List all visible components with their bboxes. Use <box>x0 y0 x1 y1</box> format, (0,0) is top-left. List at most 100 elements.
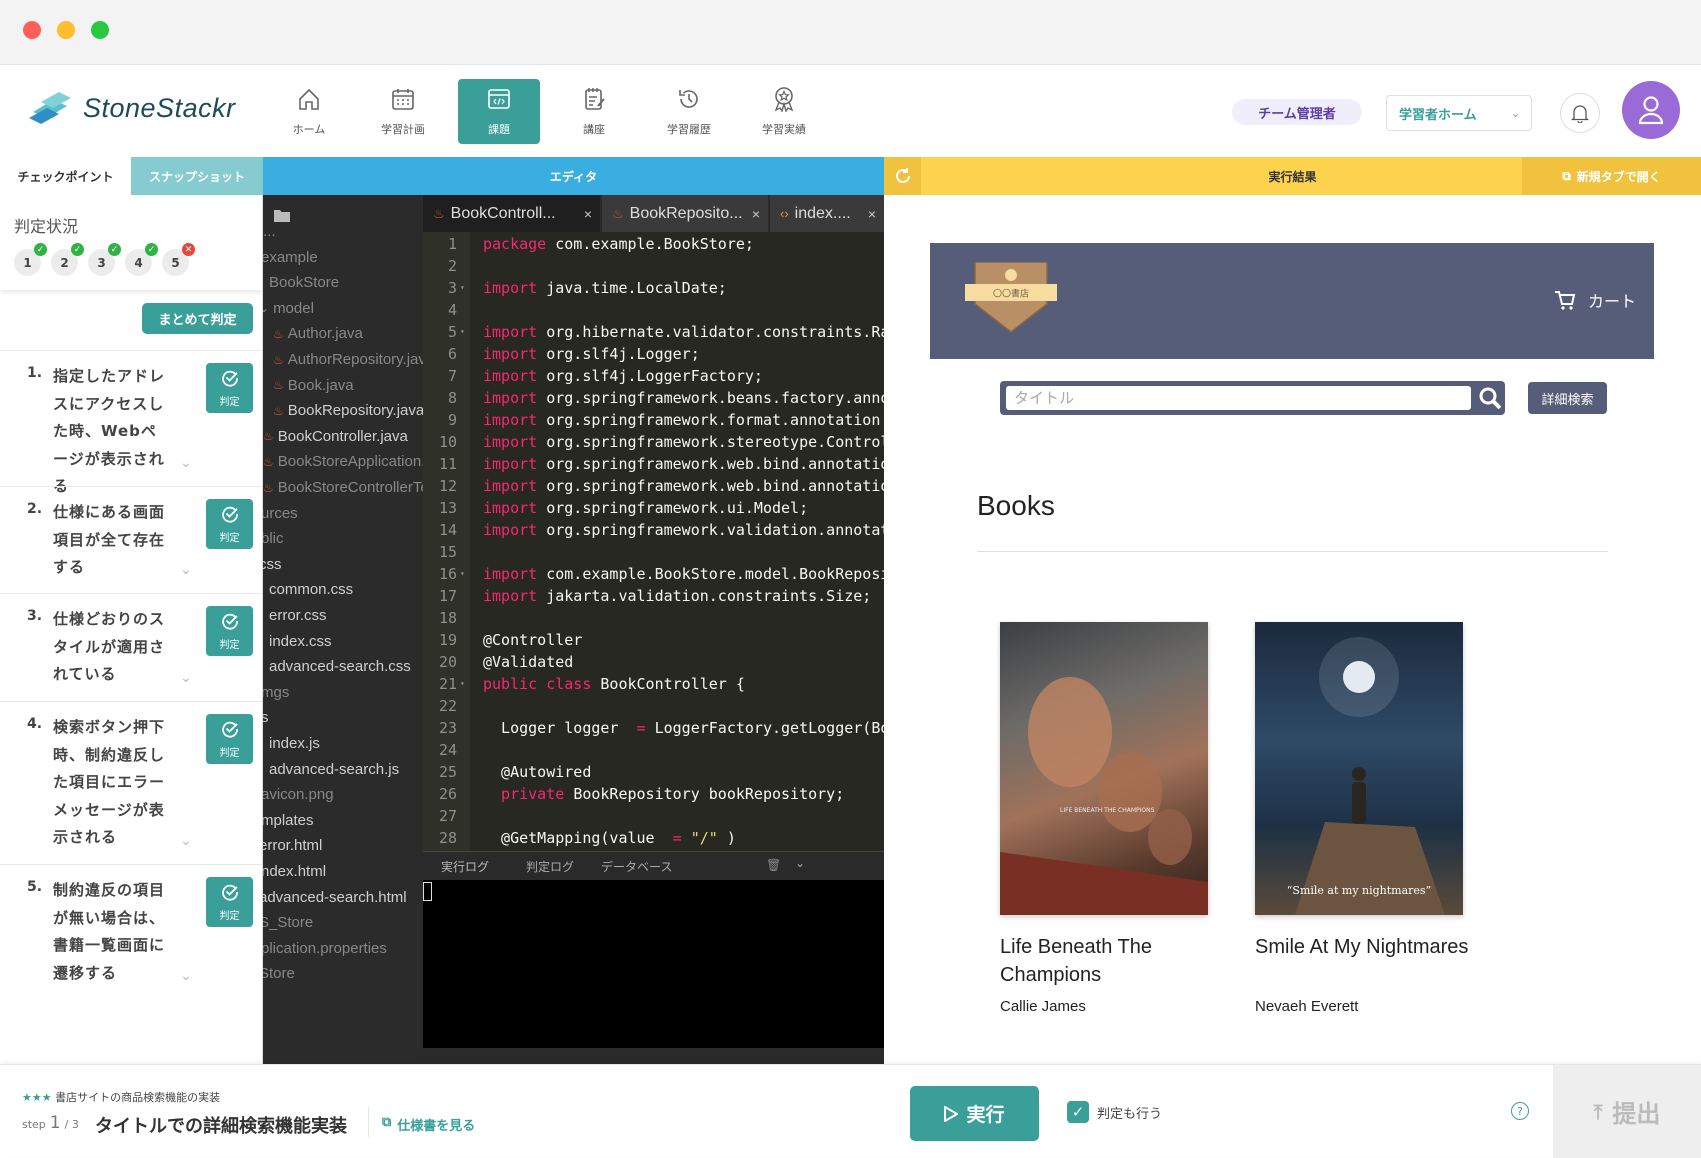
file-tree-item[interactable]: error.css <box>269 607 327 624</box>
nav-item-3[interactable]: 講座 <box>553 79 635 144</box>
file-tree-item[interactable]: index.css <box>269 633 332 650</box>
book-title[interactable]: Life Beneath The Champions <box>1000 933 1220 989</box>
log-tab[interactable]: 実行ログ <box>441 858 512 882</box>
book-cover[interactable]: “Smile at my nightmares” <box>1255 622 1463 915</box>
logo[interactable]: StoneStackr <box>27 90 236 126</box>
file-tree-item[interactable]: mplates <box>263 812 314 829</box>
book-cover[interactable]: LIFE BENEATH THE CHAMPIONS <box>1000 622 1208 915</box>
close-window-button[interactable] <box>23 21 41 39</box>
code-editor[interactable]: ♨ BookControll... × ♨ BookReposito... × ‹› inde… <box>423 195 884 1064</box>
cart-link[interactable]: カート <box>1554 288 1636 312</box>
file-tree-item[interactable]: Store <box>263 965 295 982</box>
file-tree-item[interactable]: ♨ Author.java <box>273 325 363 342</box>
status-circle[interactable]: 4 ✓ <box>125 243 158 276</box>
close-tab-icon[interactable]: × <box>752 206 760 222</box>
judge-button[interactable]: 判定 <box>206 714 253 764</box>
status-circle[interactable]: 3 ✓ <box>88 243 121 276</box>
log-tab[interactable]: データベース <box>601 858 672 875</box>
book-title[interactable]: Smile At My Nightmares <box>1255 933 1475 961</box>
chevron-down-icon[interactable]: ⌄ <box>180 833 192 849</box>
nav-item-4[interactable]: 学習履歴 <box>648 79 730 144</box>
file-tree-item[interactable]: index.js <box>269 735 320 752</box>
file-tree-item[interactable]: ⌄ model <box>263 300 314 317</box>
file-tree-item[interactable]: mgs <box>263 684 289 701</box>
file-tree-item[interactable]: ♨BookStoreApplication.java <box>263 453 423 470</box>
title-search-input[interactable] <box>1006 386 1471 410</box>
nav-item-1[interactable]: 学習計画 <box>362 79 444 144</box>
folder-icon[interactable] <box>274 209 290 222</box>
file-tree-item[interactable]: urces <box>263 505 298 522</box>
file-tree-item[interactable]: plication.properties <box>263 940 387 957</box>
notification-button[interactable] <box>1560 93 1600 133</box>
fold-arrow-icon[interactable]: ▾ <box>460 673 465 695</box>
file-tree-item[interactable]: example <box>263 249 318 266</box>
file-tree-item[interactable]: s <box>263 709 269 726</box>
also-judge-checkbox[interactable]: ✓ 判定も行う <box>1067 1101 1162 1123</box>
judge-button[interactable]: 判定 <box>206 363 253 413</box>
judge-all-button[interactable]: まとめて判定 <box>142 303 253 334</box>
view-spec-link[interactable]: ⧉ 仕様書を見る <box>382 1115 475 1134</box>
trash-icon[interactable]: 🗑 <box>766 858 781 872</box>
editor-tab[interactable]: ‹› index.... × <box>768 195 884 232</box>
chevron-down-icon[interactable]: ⌄ <box>180 968 192 984</box>
file-tree-item[interactable]: advanced-search.js <box>269 761 399 778</box>
file-tree-item[interactable]: ♨BookStoreControllerTests.java <box>263 479 423 496</box>
close-tab-icon[interactable]: × <box>868 206 876 222</box>
help-icon[interactable]: ? <box>1511 1102 1529 1120</box>
book-author: Nevaeh Everett <box>1255 998 1359 1015</box>
chevron-down-icon[interactable]: ⌄ <box>180 562 192 578</box>
status-circle[interactable]: 2 ✓ <box>51 243 84 276</box>
tab-snapshot[interactable]: スナップショット <box>131 157 263 195</box>
fold-arrow-icon[interactable]: ▾ <box>460 321 465 343</box>
judge-button[interactable]: 判定 <box>206 877 253 927</box>
chevron-down-icon[interactable]: ⌄ <box>180 455 192 471</box>
editor-tab[interactable]: ♨ BookReposito... × <box>600 195 768 232</box>
search-icon[interactable] <box>1478 386 1502 410</box>
nav-item-5[interactable]: 学習実績 <box>743 79 825 144</box>
file-tree-item[interactable]: blic <box>263 530 284 547</box>
run-log-terminal[interactable] <box>423 880 884 1048</box>
file-tree-item[interactable]: ... <box>263 223 276 240</box>
checkmark-icon[interactable]: ✓ <box>1067 1101 1089 1123</box>
file-tree-item[interactable]: ♨ Book.java <box>273 377 354 394</box>
home-select[interactable]: 学習者ホーム ⌄ <box>1386 95 1532 131</box>
minimize-window-button[interactable] <box>57 21 75 39</box>
file-tree-item[interactable]: css <box>263 556 282 573</box>
status-circle[interactable]: 5 ✕ <box>162 243 195 276</box>
tab-checkpoint[interactable]: チェックポイント <box>0 157 131 195</box>
file-tree-item[interactable]: error.html <box>263 837 322 854</box>
file-tree-item[interactable]: avicon.png <box>263 786 334 803</box>
chevron-down-icon[interactable]: ⌄ <box>180 670 192 686</box>
award-icon <box>771 86 797 115</box>
run-button[interactable]: 実行 <box>910 1086 1039 1141</box>
avatar[interactable] <box>1622 81 1680 139</box>
close-tab-icon[interactable]: × <box>584 206 592 222</box>
log-tab[interactable]: 判定ログ <box>526 858 574 875</box>
editor-tab[interactable]: ♨ BookControll... × <box>423 195 600 232</box>
judge-button[interactable]: 判定 <box>206 606 253 656</box>
maximize-window-button[interactable] <box>91 21 109 39</box>
chevron-down-icon[interactable]: ⌄ <box>795 856 805 870</box>
file-tree-item[interactable]: ndex.html <box>263 863 326 880</box>
nav-item-0[interactable]: ホーム <box>268 79 350 144</box>
fold-arrow-icon[interactable]: ▾ <box>460 277 465 299</box>
bookstore-logo[interactable]: 〇〇書店 <box>965 262 1057 338</box>
file-tree-item[interactable]: advanced-search.html <box>263 889 407 906</box>
status-circle[interactable]: 1 ✓ <box>14 243 47 276</box>
reload-button[interactable] <box>884 157 921 195</box>
file-tree-item[interactable]: ♨ BookController.java <box>263 428 408 445</box>
file-tree-item[interactable]: BookStore <box>269 274 339 291</box>
fold-arrow-icon[interactable]: ▾ <box>460 563 465 585</box>
file-tree-item[interactable]: common.css <box>269 581 353 598</box>
judge-button[interactable]: 判定 <box>206 499 253 549</box>
nav-item-2[interactable]: 課題 <box>458 79 540 144</box>
file-tree-item[interactable]: S_Store <box>263 914 313 931</box>
file-tree-item[interactable]: advanced-search.css <box>269 658 411 675</box>
file-tree-item[interactable]: ♨ BookRepository.java <box>273 402 423 419</box>
advanced-search-button[interactable]: 詳細検索 <box>1528 382 1607 414</box>
submit-button[interactable]: ⤒ 提出 <box>1553 1065 1701 1158</box>
step-indicator: step 1 / 3 <box>22 1113 79 1133</box>
open-new-tab-button[interactable]: ⧉ 新規タブで開く <box>1522 157 1701 195</box>
line-number: 11 <box>438 455 457 473</box>
file-tree-item[interactable]: ♨ AuthorRepository.java <box>273 351 423 368</box>
